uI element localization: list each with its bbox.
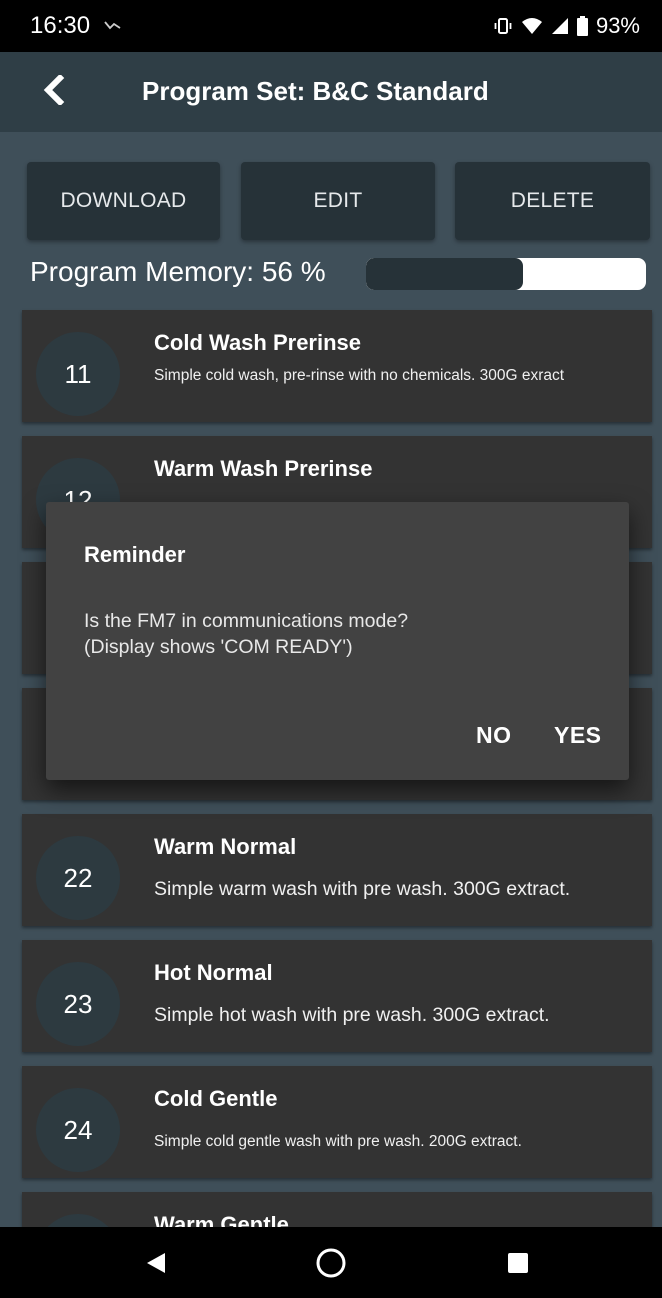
wifi-icon (521, 17, 543, 35)
back-button[interactable] (36, 73, 72, 110)
recents-square-icon[interactable] (500, 1245, 536, 1281)
page-title: Program Set: B&C Standard (142, 76, 489, 106)
main-content: DOWNLOAD EDIT DELETE Program Memory: 56 … (0, 132, 662, 1227)
dialog-message: Is the FM7 in communications mode? (Disp… (84, 610, 409, 659)
status-icons: 93% (493, 13, 640, 39)
battery-percent: 93% (595, 13, 640, 38)
chevron-left-icon (43, 73, 65, 110)
signal-icon (551, 17, 569, 35)
app-bar: Program Set: B&C Standard (0, 52, 662, 132)
home-circle-icon[interactable] (313, 1245, 349, 1281)
status-bar: 16:30 93% (0, 0, 662, 52)
status-time: 16:30 (30, 12, 91, 39)
yes-button[interactable]: YES (554, 722, 602, 749)
dialog-title: Reminder (84, 542, 186, 567)
back-triangle-icon[interactable] (138, 1245, 174, 1281)
battery-icon (576, 16, 588, 36)
no-button[interactable]: NO (476, 722, 512, 749)
notification-icon (104, 17, 122, 35)
vibrate-icon (493, 16, 513, 36)
navigation-bar (0, 1227, 662, 1298)
reminder-dialog: Reminder Is the FM7 in communications mo… (46, 502, 629, 780)
